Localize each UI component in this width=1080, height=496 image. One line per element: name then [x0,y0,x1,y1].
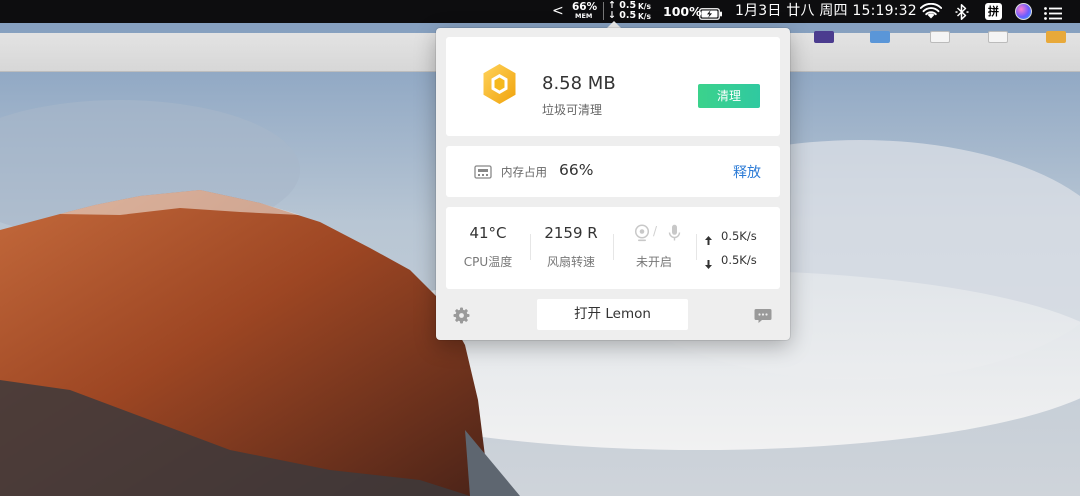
notification-center-icon[interactable] [1044,5,1062,20]
memory-label: 内存占用 [501,165,547,179]
document-icon [988,31,1008,43]
trash-card: 8.58 MB 垃圾可清理 清理 [446,37,780,136]
arrow-down-icon [704,255,713,269]
divider [530,234,531,260]
cpu-temperature: 41°C [469,224,507,242]
arrow-up-icon [704,231,713,245]
bluetooth-icon[interactable] [955,3,969,21]
lemon-popover: 8.58 MB 垃圾可清理 清理 内存占用 66% 释放 41°C CPU温度 … [436,28,790,340]
dock-app-icon [814,31,834,43]
memory-value: 66% [559,161,594,179]
menubar-separator [603,2,604,20]
memory-card: 内存占用 66% 释放 [446,146,780,197]
open-lemon-button[interactable]: 打开 Lemon [537,299,688,330]
menubar-chevron[interactable]: < [552,0,564,23]
hexagon-icon [482,63,517,105]
trash-size: 8.58 MB [542,73,616,94]
microphone-icon[interactable] [668,224,681,242]
fan-speed: 2159 R [544,224,598,242]
menubar-net-down-unit: K/s [638,12,652,21]
camera-icon[interactable] [634,224,650,242]
fan-speed-label: 风扇转速 [546,255,595,269]
menubar-battery-percent[interactable]: 100% [663,0,702,23]
battery-icon[interactable] [699,5,722,20]
menu-bar: < 66% MEM ↑ 0.5 K/s ↓ 0.5 K/s 100% 1月3日 … [0,0,1080,23]
input-method-icon[interactable]: 拼 [985,3,1002,20]
menubar-memory-tag: MEM [575,12,593,20]
clean-button[interactable]: 清理 [698,84,760,108]
camera-mic-separator: / [653,224,658,238]
camera-mic-status: 未开启 [635,255,672,269]
divider [696,234,697,260]
upload-speed: 0.5K/s [721,229,757,243]
menubar-net-up-unit: K/s [638,2,652,11]
download-speed: 0.5K/s [721,253,757,267]
gear-icon[interactable] [453,307,470,324]
folder-icon [870,31,890,43]
siri-icon[interactable] [1015,3,1032,20]
wifi-icon[interactable] [919,2,943,20]
memory-chip-icon [474,164,492,179]
divider [613,234,614,260]
trash-caption: 垃圾可清理 [542,103,603,117]
menubar-net-down[interactable]: ↓ 0.5 [608,11,636,21]
folder-icon [1046,31,1066,43]
stats-card: 41°C CPU温度 2159 R 风扇转速 / 未开启 0.5K/s 0.5K… [446,207,780,289]
document-icon [930,31,950,43]
cpu-temperature-label: CPU温度 [463,255,513,269]
feedback-icon[interactable] [754,308,772,324]
menubar-clock[interactable]: 1月3日 廿八 周四 15:19:32 [735,0,917,23]
release-button[interactable]: 释放 [733,162,761,182]
